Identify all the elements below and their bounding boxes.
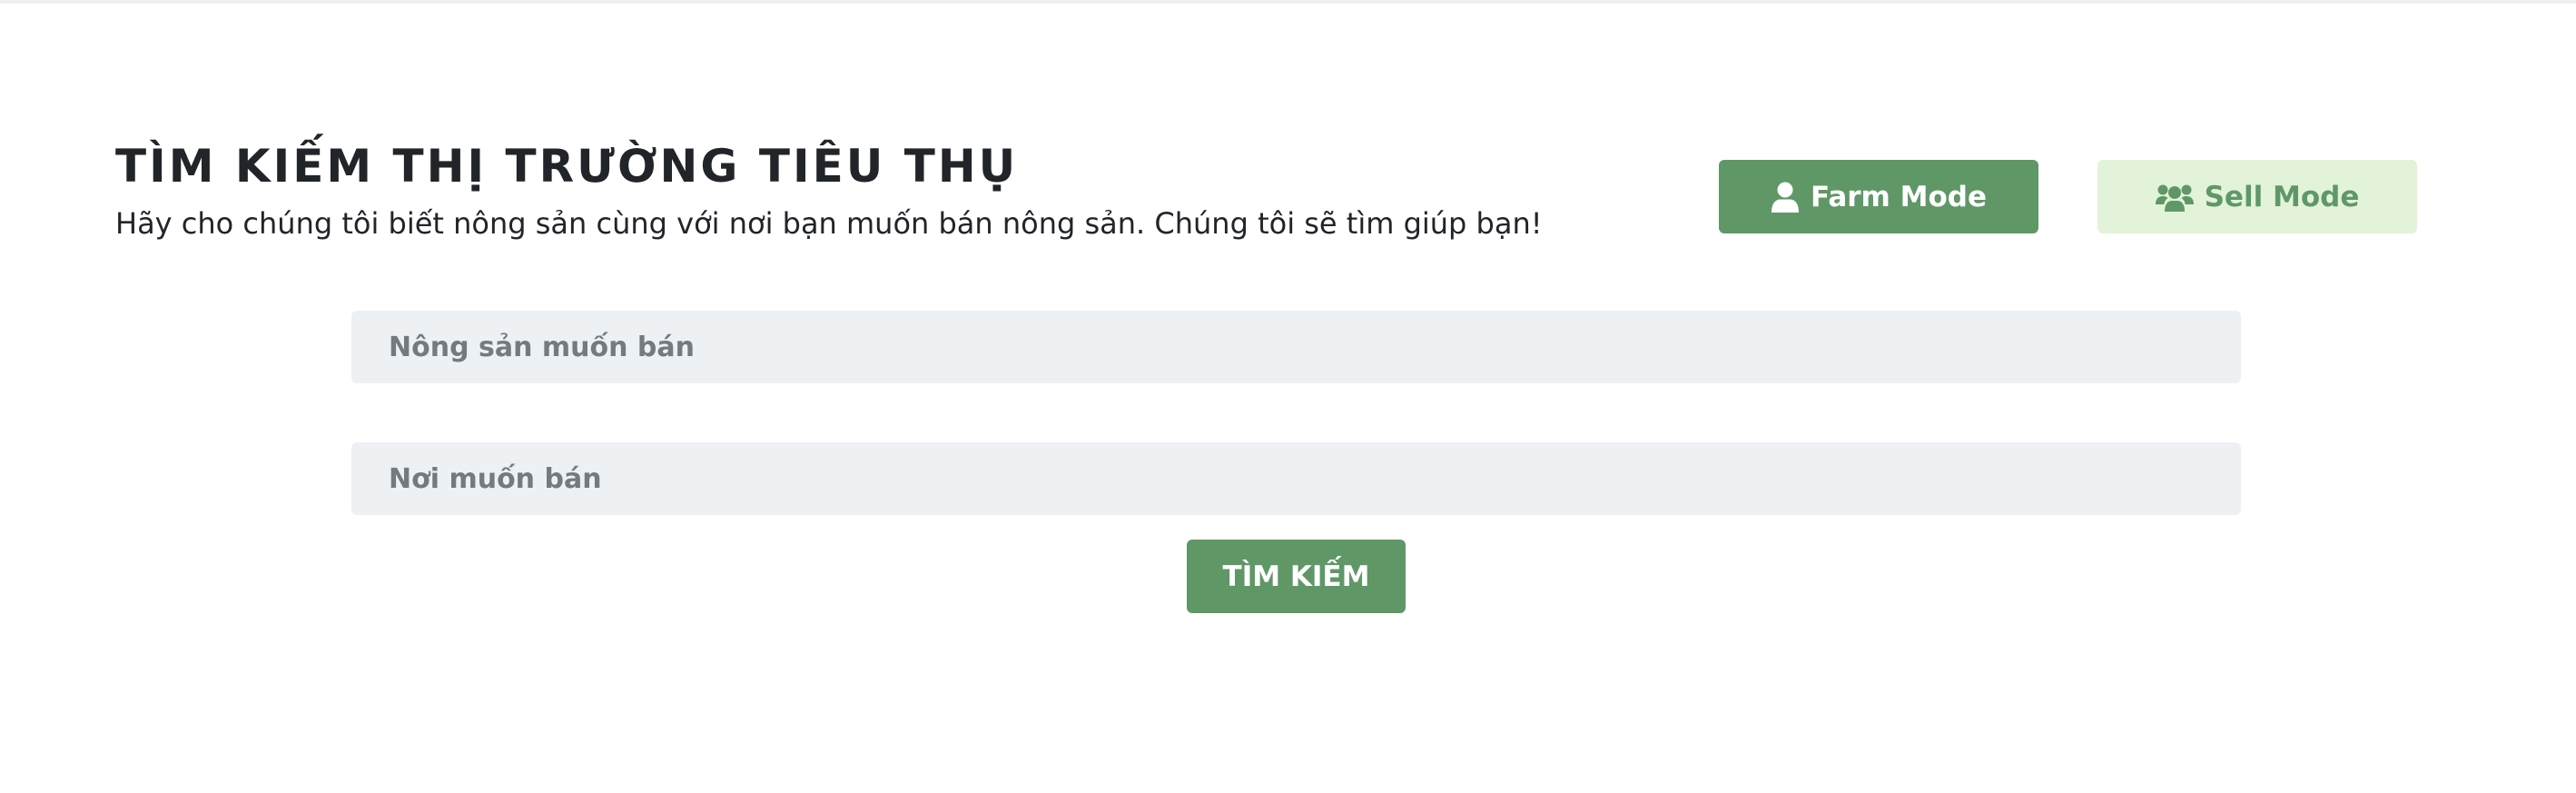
search-button[interactable]: TÌM KIẾM (1187, 540, 1406, 613)
user-icon (1771, 182, 1799, 213)
sell-mode-label: Sell Mode (2204, 180, 2360, 213)
product-input[interactable] (351, 311, 2241, 383)
top-divider (0, 0, 2576, 4)
sell-mode-button[interactable]: Sell Mode (2097, 160, 2417, 233)
page-title: TÌM KIẾM THỊ TRƯỜNG TIÊU THỤ (115, 140, 1019, 193)
header: TÌM KIẾM THỊ TRƯỜNG TIÊU THỤ Hãy cho chú… (115, 136, 1543, 243)
page: TÌM KIẾM THỊ TRƯỜNG TIÊU THỤ Hãy cho chú… (0, 0, 2576, 793)
page-subtitle: Hãy cho chúng tôi biết nông sản cùng với… (115, 206, 1543, 241)
farm-mode-label: Farm Mode (1810, 180, 1988, 213)
farm-mode-button[interactable]: Farm Mode (1719, 160, 2038, 233)
location-input[interactable] (351, 442, 2241, 515)
users-icon (2155, 184, 2194, 212)
